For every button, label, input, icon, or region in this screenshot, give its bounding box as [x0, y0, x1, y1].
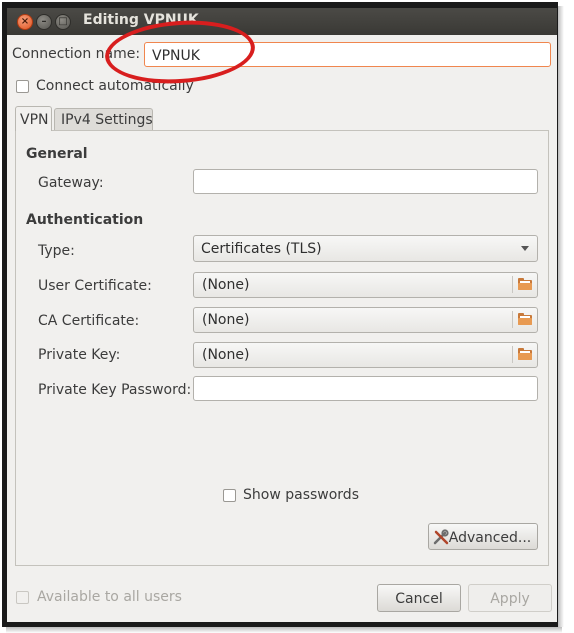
private-key-value: (None) [202, 347, 250, 363]
vpn-tab-panel: General Gateway: Authentication Type: Ce… [15, 130, 549, 566]
tab-ipv4-label: IPv4 Settings [61, 112, 153, 128]
type-label: Type: [38, 243, 75, 259]
tab-vpn-label: VPN [20, 112, 49, 128]
cancel-button[interactable]: Cancel [377, 584, 461, 612]
available-to-all-users-label[interactable]: Available to all users [37, 589, 182, 605]
authentication-heading: Authentication [26, 212, 144, 228]
title-bar[interactable]: × – □ Editing VPNUK [7, 8, 557, 35]
general-heading: General [26, 146, 88, 162]
maximize-button[interactable]: □ [55, 14, 71, 30]
advanced-button-label: Advanced... [448, 530, 532, 546]
gateway-input[interactable] [193, 169, 538, 194]
apply-button-label: Apply [490, 591, 530, 607]
drop-shadow-bottom [6, 627, 562, 633]
folder-icon [518, 278, 532, 290]
cancel-button-label: Cancel [395, 591, 443, 607]
private-key-label: Private Key: [38, 347, 121, 363]
show-passwords-label[interactable]: Show passwords [243, 487, 359, 503]
show-passwords-checkbox[interactable] [223, 489, 236, 502]
dropdown-arrow-icon [521, 246, 529, 251]
private-key-chooser[interactable]: (None) [193, 342, 538, 368]
chooser-separator [512, 311, 513, 328]
apply-button[interactable]: Apply [468, 584, 552, 612]
maximize-icon: □ [58, 16, 68, 27]
available-to-all-users-checkbox[interactable] [16, 591, 29, 604]
ca-certificate-label: CA Certificate: [38, 313, 140, 329]
folder-icon [518, 313, 532, 325]
connect-automatically-checkbox[interactable] [16, 80, 29, 93]
ca-certificate-value: (None) [202, 312, 250, 328]
type-value: Certificates (TLS) [201, 241, 322, 257]
ca-certificate-chooser[interactable]: (None) [193, 307, 538, 333]
private-key-password-label: Private Key Password: [38, 382, 192, 398]
tab-ipv4-settings[interactable]: IPv4 Settings [54, 108, 153, 130]
private-key-password-input[interactable] [193, 376, 538, 401]
tab-vpn[interactable]: VPN [15, 106, 52, 131]
drop-shadow-right [558, 6, 564, 627]
gateway-label: Gateway: [38, 175, 104, 191]
user-certificate-label: User Certificate: [38, 278, 152, 294]
type-dropdown[interactable]: Certificates (TLS) [193, 235, 538, 262]
close-icon: × [20, 16, 30, 27]
user-certificate-chooser[interactable]: (None) [193, 272, 538, 298]
minimize-icon: – [41, 16, 47, 27]
chooser-separator [512, 346, 513, 363]
user-certificate-value: (None) [202, 277, 250, 293]
folder-icon [518, 348, 532, 360]
dialog-window: × – □ Editing VPNUK Connection name: VPN… [7, 8, 557, 622]
minimize-button[interactable]: – [36, 14, 52, 30]
chooser-separator [512, 276, 513, 293]
advanced-button[interactable]: Advanced... [428, 523, 538, 550]
close-button[interactable]: × [17, 14, 33, 30]
